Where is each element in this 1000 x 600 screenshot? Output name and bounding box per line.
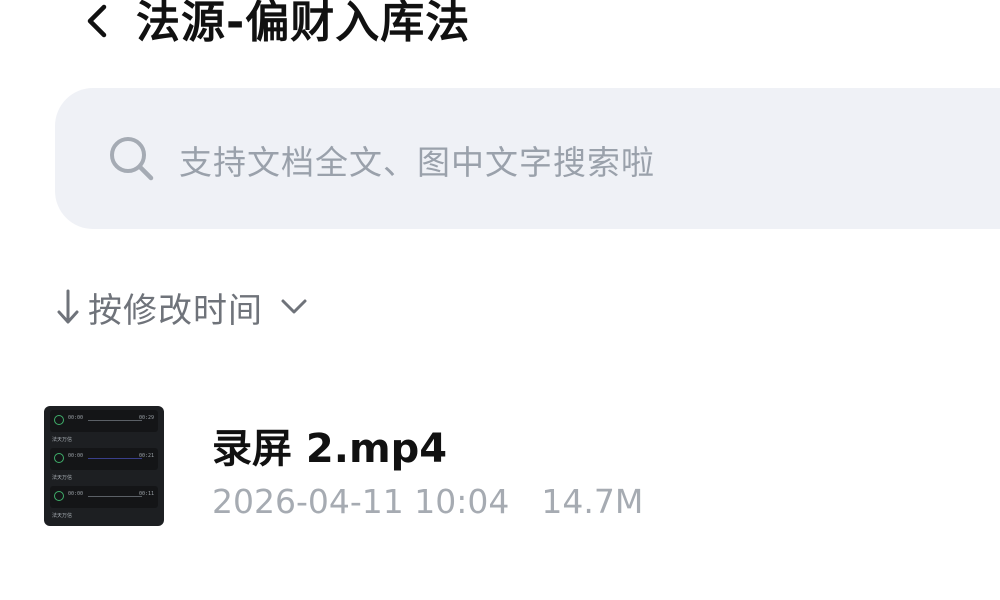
thumb-time-start: 00:00 [68, 491, 84, 497]
header: 法源-偏财入库法 [0, 0, 1000, 52]
thumb-time-start: 00:00 [68, 415, 84, 421]
arrow-down-icon [57, 289, 79, 324]
thumb-track [88, 496, 142, 497]
file-size: 14.7M [541, 482, 644, 521]
file-list-page: 法源-偏财入库法 支持文档全文、图中文字搜索啦 按修改时间 00:00 00:2… [0, 0, 1000, 600]
thumb-time-end: 00:11 [138, 491, 154, 497]
thumb-track [88, 420, 142, 421]
search-input[interactable]: 支持文档全文、图中文字搜索啦 [55, 88, 1000, 229]
video-thumbnail: 00:00 00:29 法天万信 00:00 00:21 法天万信 00:00 … [44, 406, 164, 526]
thumb-time-end: 00:21 [138, 453, 154, 459]
file-name: 录屏 2.mp4 [212, 426, 448, 472]
page-title: 法源-偏财入库法 [136, 0, 471, 48]
sort-selector[interactable]: 按修改时间 [54, 282, 309, 332]
thumb-audio-row: 00:00 00:11 [50, 486, 158, 508]
search-placeholder: 支持文档全文、图中文字搜索啦 [179, 143, 655, 182]
list-item[interactable]: 00:00 00:29 法天万信 00:00 00:21 法天万信 00:00 … [44, 404, 984, 528]
play-icon [54, 415, 64, 425]
thumb-audio-row: 00:00 00:21 [50, 448, 158, 470]
file-modified-date: 2026-04-11 10:04 [212, 482, 510, 521]
thumb-time-start: 00:00 [68, 453, 84, 459]
thumb-caption: 法天万信 [52, 475, 73, 481]
back-button[interactable] [72, 0, 122, 46]
thumb-caption: 法天万信 [52, 513, 73, 519]
play-icon [54, 453, 64, 463]
thumb-track [88, 458, 142, 459]
chevron-left-icon [87, 4, 107, 38]
thumb-time-end: 00:29 [138, 415, 154, 421]
play-icon [54, 491, 64, 501]
sort-label: 按修改时间 [88, 290, 263, 331]
thumb-caption: 法天万信 [52, 437, 73, 443]
file-meta: 2026-04-11 10:04 14.7M [212, 482, 643, 521]
chevron-down-icon [281, 299, 307, 314]
thumb-audio-row: 00:00 00:29 [50, 410, 158, 432]
search-icon [110, 137, 154, 181]
